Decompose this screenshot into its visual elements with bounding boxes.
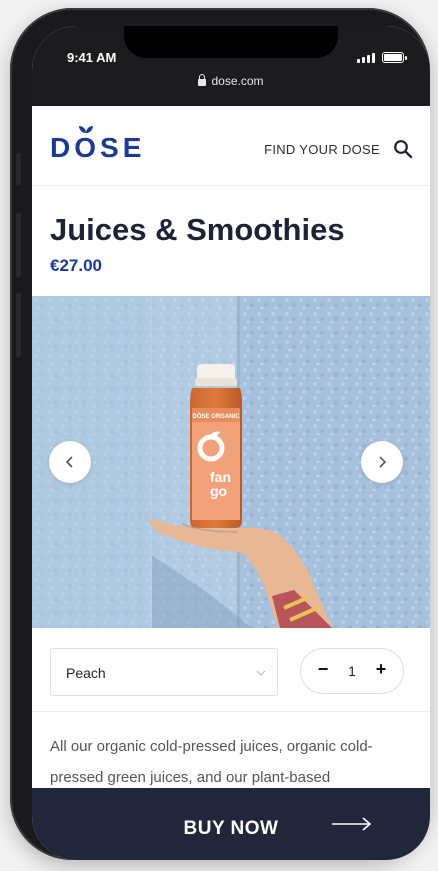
- volume-down-button: [16, 293, 21, 357]
- battery-icon: [382, 52, 407, 63]
- arrow-right-icon: [332, 817, 372, 831]
- bottle-brand-text: DŌSE ORGANIC: [192, 413, 240, 420]
- status-time: 9:41 AM: [67, 50, 117, 65]
- page-title: Juices & Smoothies: [50, 212, 345, 247]
- screen: 9:41 AM dose.com DOSE DOSE FIND YOUR DOS…: [32, 26, 430, 860]
- carousel-next-button[interactable]: [361, 441, 403, 483]
- quantity-increase-button[interactable]: +: [369, 659, 393, 680]
- volume-up-button: [16, 213, 21, 277]
- site-header: DOSE DOSE FIND YOUR DOSE: [32, 106, 430, 186]
- flavor-select-value: Peach: [66, 665, 106, 681]
- chevron-down-icon: [256, 670, 266, 676]
- signal-icon: [357, 53, 375, 63]
- lock-icon: [198, 74, 207, 86]
- chevron-right-icon: [379, 456, 387, 468]
- buy-now-button[interactable]: BUY NOW: [32, 788, 430, 860]
- status-bar: 9:41 AM dose.com: [32, 26, 430, 106]
- product-image-carousel[interactable]: DŌSE ORGANIC fan go: [32, 296, 430, 628]
- address-bar[interactable]: dose.com: [32, 74, 430, 88]
- mute-switch: [16, 153, 21, 185]
- notch: [124, 26, 338, 58]
- product-description: All our organic cold-pressed juices, org…: [50, 738, 373, 786]
- search-icon[interactable]: [393, 139, 413, 159]
- url-text: dose.com: [211, 74, 264, 88]
- bottle-name-line-2: go: [210, 483, 227, 499]
- chevron-left-icon: [65, 456, 73, 468]
- product-options: Peach − 1 +: [32, 628, 430, 712]
- quantity-stepper: − 1 +: [300, 648, 404, 694]
- product-price: €27.00: [50, 256, 102, 275]
- flavor-select[interactable]: Peach: [50, 648, 278, 696]
- phone-frame: 9:41 AM dose.com DOSE DOSE FIND YOUR DOS…: [10, 8, 430, 860]
- find-your-dose-link[interactable]: FIND YOUR DOSE: [264, 142, 380, 157]
- dose-logo[interactable]: DOSE DOSE: [50, 126, 145, 164]
- carousel-prev-button[interactable]: [49, 441, 91, 483]
- phone-mockup: 9:41 AM dose.com DOSE DOSE FIND YOUR DOS…: [0, 0, 438, 871]
